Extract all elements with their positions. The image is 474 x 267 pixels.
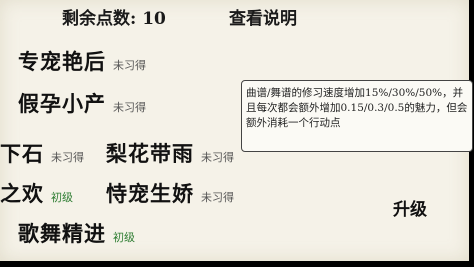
skill-name: 歌舞精进	[18, 221, 106, 246]
skill-zhuanchong-yanhou[interactable]: 专宠艳后 未习得	[18, 46, 146, 76]
bottom-border	[0, 261, 474, 267]
skill-name: 下石	[0, 141, 44, 166]
skill-zhihuan[interactable]: 之欢 初级	[0, 178, 73, 208]
skill-status: 未习得	[51, 151, 84, 164]
skill-status: 未习得	[113, 101, 146, 114]
skill-jiayun-xiaochan[interactable]: 假孕小产 未习得	[18, 88, 146, 118]
upgrade-button[interactable]: 升级	[393, 195, 427, 220]
skill-status: 未习得	[113, 59, 146, 72]
remaining-points: 剩余点数: 10	[62, 9, 166, 29]
skill-lihua-daiyu[interactable]: 梨花带雨 未习得	[106, 138, 234, 168]
skill-name: 之欢	[0, 181, 44, 206]
skill-name: 专宠艳后	[18, 49, 106, 74]
skill-description: 曲谱/舞谱的修习速度增加15%/30%/50%，并且每次都会额外增加0.15/0…	[241, 80, 473, 152]
skill-status: 未习得	[201, 151, 234, 164]
skill-status: 未习得	[201, 191, 234, 204]
view-explanation-button[interactable]: 查看说明	[229, 4, 297, 29]
skill-gewu-jingjin[interactable]: 歌舞精进 初级	[18, 218, 135, 248]
skill-name: 恃宠生娇	[106, 181, 194, 206]
skill-shichong-shengjiao[interactable]: 恃宠生娇 未习得	[106, 178, 234, 208]
skill-status: 初级	[113, 231, 135, 244]
game-window: 剩余点数: 10 查看说明 专宠艳后 未习得 假孕小产 未习得 下石 未习得 梨…	[0, 0, 474, 267]
skill-name: 梨花带雨	[106, 141, 194, 166]
skill-panel: 剩余点数: 10 查看说明 专宠艳后 未习得 假孕小产 未习得 下石 未习得 梨…	[0, 0, 473, 261]
skill-status: 初级	[51, 191, 73, 204]
skill-xiashi[interactable]: 下石 未习得	[0, 138, 84, 168]
skill-name: 假孕小产	[18, 91, 106, 116]
